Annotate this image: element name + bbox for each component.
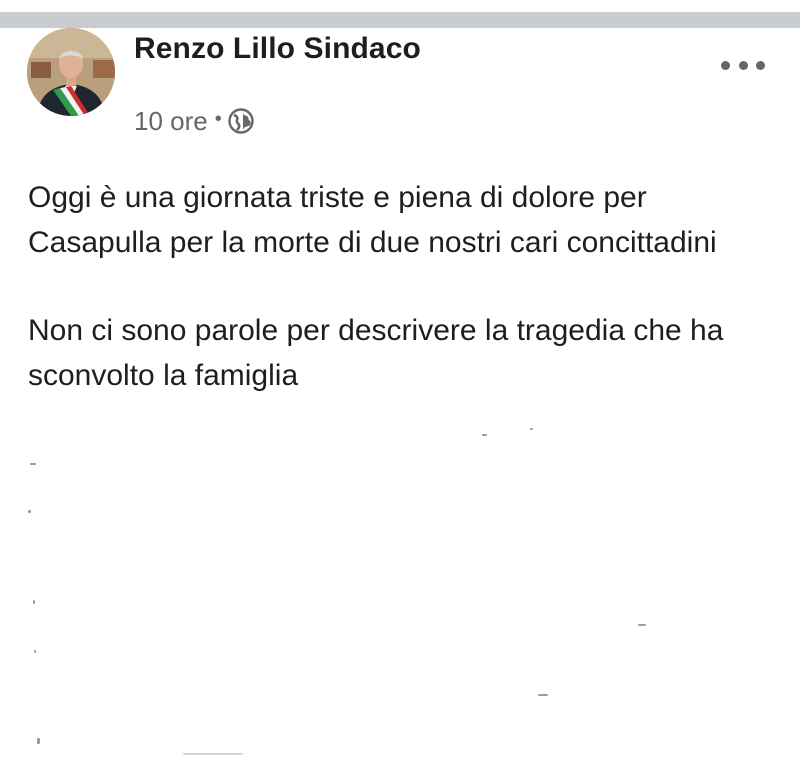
- globe-icon[interactable]: [228, 108, 254, 134]
- redaction-speck: [538, 694, 548, 696]
- meta-separator: •: [214, 107, 222, 130]
- redaction-speck: [34, 650, 36, 653]
- redaction-speck: [28, 510, 31, 513]
- top-edge: [0, 0, 800, 12]
- author-avatar[interactable]: [27, 28, 115, 116]
- more-options-button[interactable]: [721, 54, 765, 76]
- redacted-area: [0, 428, 800, 780]
- feed-divider: [0, 12, 800, 28]
- more-horizontal-icon: [721, 60, 730, 70]
- redaction-speck: [30, 463, 36, 465]
- avatar-photo: [27, 28, 115, 116]
- post-paragraph-1: Oggi è una giornata triste e piena di do…: [28, 181, 717, 259]
- redaction-speck: [530, 428, 533, 430]
- post-paragraph-2: Non ci sono parole per descrivere la tra…: [28, 314, 724, 392]
- post-header: Renzo Lillo Sindaco 10 ore •: [27, 28, 773, 136]
- post-text: Oggi è una giornata triste e piena di do…: [28, 176, 768, 398]
- redaction-speck: [183, 753, 243, 755]
- redaction-speck: [33, 600, 35, 604]
- author-name[interactable]: Renzo Lillo Sindaco: [134, 32, 421, 66]
- post-meta: 10 ore •: [134, 104, 254, 138]
- redaction-speck: [37, 738, 40, 744]
- redaction-speck: [638, 624, 646, 626]
- redaction-speck: [482, 434, 487, 436]
- post-time[interactable]: 10 ore: [134, 106, 208, 137]
